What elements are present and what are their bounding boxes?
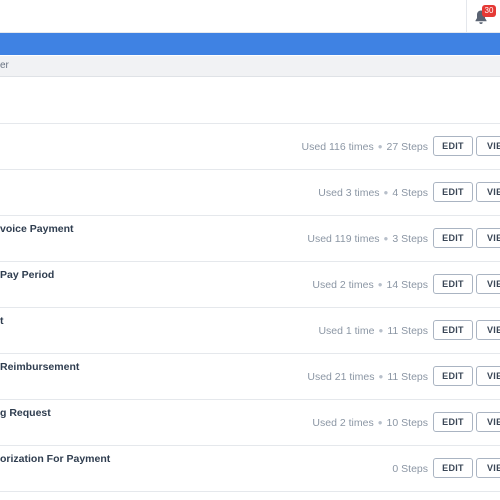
separator-dot-icon: ● [378,372,384,381]
list-spacer-row [0,77,500,124]
page-header-band [0,33,500,55]
list-item[interactable]: voice Payment Used 119 times ● 3 Steps EDIT V… [0,216,500,262]
view-button[interactable]: VIE [476,182,500,202]
step-count: 11 Steps [387,325,428,337]
edit-button[interactable]: EDIT [433,182,473,202]
usage-count: Used 21 times [307,371,375,383]
top-navbar: 30 [0,0,500,33]
workflow-meta: Used 3 times ● 4 Steps [318,187,428,199]
list-item[interactable]: t Used 1 time ● 11 Steps EDIT VIE [0,308,500,354]
edit-button[interactable]: EDIT [433,458,473,478]
column-header-text: er [0,60,9,71]
list-item[interactable]: g Request Used 2 times ● 10 Steps EDIT VIE [0,400,500,446]
separator-dot-icon: ● [383,188,389,197]
list-item[interactable]: Pay Period Used 2 times ● 14 Steps EDIT VIE [0,262,500,308]
workflow-title[interactable]: Pay Period [0,269,54,281]
edit-button[interactable]: EDIT [433,366,473,386]
navbar-divider [466,0,467,32]
step-count: 3 Steps [392,233,428,245]
view-button[interactable]: VIE [476,320,500,340]
workflow-meta: Used 116 times ● 27 Steps [302,141,428,153]
step-count: 27 Steps [386,141,428,153]
list-item[interactable]: orization For Payment 0 Steps EDIT VIE [0,446,500,492]
workflow-meta: 0 Steps [392,463,428,475]
edit-button[interactable]: EDIT [433,136,473,156]
step-count: 11 Steps [387,371,428,383]
usage-count: Used 2 times [312,279,374,291]
usage-count: Used 119 times [307,233,380,245]
separator-dot-icon: ● [377,280,383,289]
edit-button[interactable]: EDIT [433,274,473,294]
workflow-title[interactable]: voice Payment [0,223,74,235]
workflow-list: Used 116 times ● 27 Steps EDIT VIE Used 3 tim… [0,124,500,492]
usage-count: Used 1 time [318,325,375,337]
workflow-meta: Used 1 time ● 11 Steps [318,325,428,337]
list-item[interactable]: Reimbursement Used 21 times ● 11 Steps EDIT V… [0,354,500,400]
separator-dot-icon: ● [383,234,389,243]
usage-count: Used 2 times [312,417,374,429]
separator-dot-icon: ● [377,418,383,427]
step-count: 4 Steps [392,187,428,199]
edit-button[interactable]: EDIT [433,320,473,340]
view-button[interactable]: VIE [476,412,500,432]
workflow-title[interactable]: orization For Payment [0,453,110,465]
view-button[interactable]: VIE [476,228,500,248]
step-count: 10 Steps [386,417,428,429]
workflow-meta: Used 2 times ● 10 Steps [312,417,428,429]
workflow-title[interactable]: t [0,315,4,327]
edit-button[interactable]: EDIT [433,228,473,248]
column-header-bar: er [0,56,500,77]
separator-dot-icon: ● [377,142,383,151]
edit-button[interactable]: EDIT [433,412,473,432]
usage-count: Used 116 times [301,141,374,153]
workflow-title[interactable]: Reimbursement [0,361,79,373]
workflow-meta: Used 2 times ● 14 Steps [312,279,428,291]
list-item[interactable]: Used 116 times ● 27 Steps EDIT VIE [0,124,500,170]
workflow-title[interactable]: g Request [0,407,51,419]
list-item[interactable]: Used 3 times ● 4 Steps EDIT VIE [0,170,500,216]
view-button[interactable]: VIE [476,136,500,156]
step-count: 0 Steps [392,463,428,475]
usage-count: Used 3 times [318,187,380,199]
view-button[interactable]: VIE [476,274,500,294]
view-button[interactable]: VIE [476,458,500,478]
view-button[interactable]: VIE [476,366,500,386]
workflow-meta: Used 21 times ● 11 Steps [307,371,428,383]
notification-badge: 30 [482,5,496,17]
workflow-meta: Used 119 times ● 3 Steps [307,233,428,245]
step-count: 14 Steps [386,279,428,291]
separator-dot-icon: ● [378,326,384,335]
